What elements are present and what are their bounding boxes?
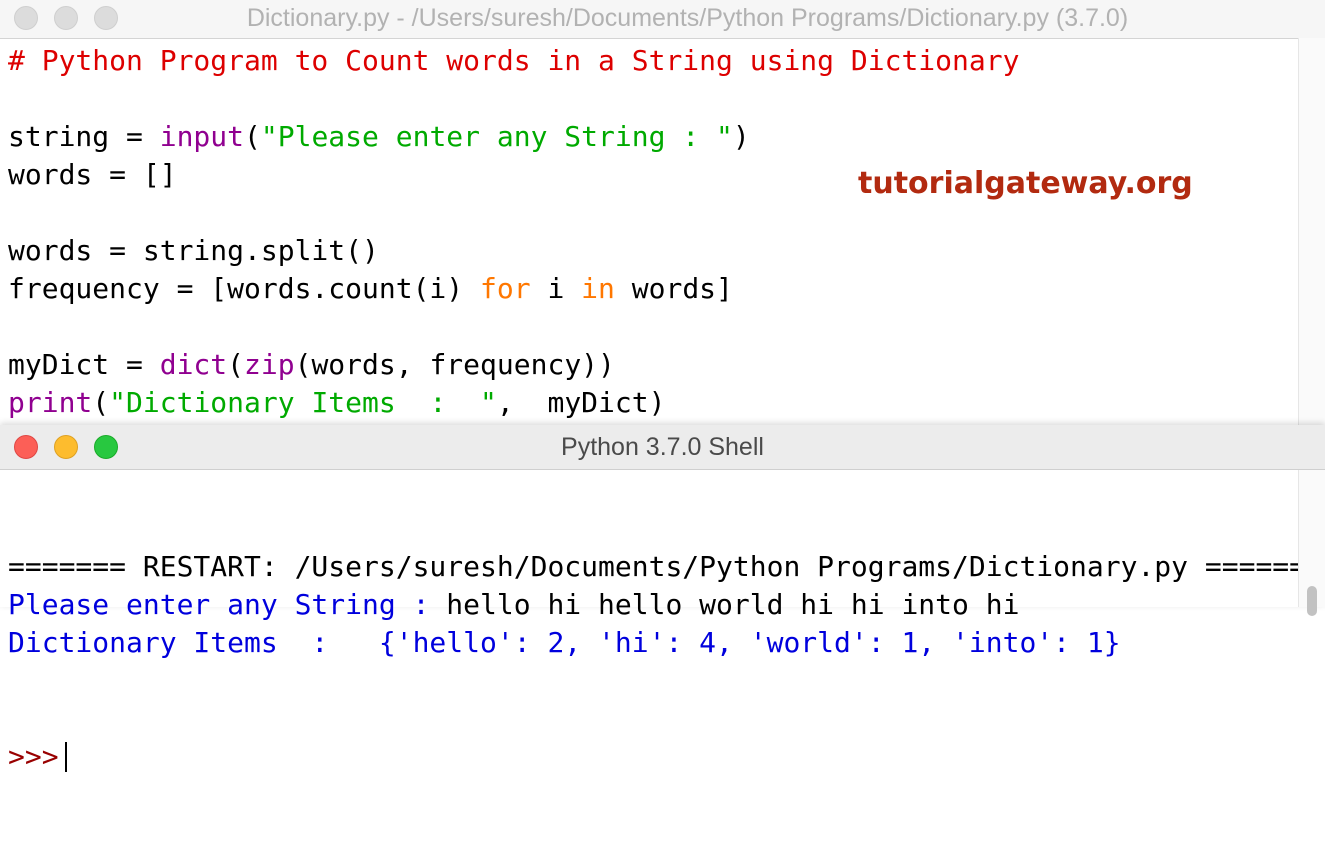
shell-output-token: ======= RESTART: /Users/suresh/Documents… — [8, 550, 1323, 583]
code-line: print("Dictionary Items : ", myDict) — [8, 384, 1019, 422]
shell-prompt: >>> — [8, 740, 59, 773]
shell-output-line: Dictionary Items : {'hello': 2, 'hi': 4,… — [8, 624, 1323, 662]
code-token: words = string.split() — [8, 234, 379, 267]
code-token: dict — [159, 348, 228, 381]
shell-output-token: hello hi hello world hi hi into hi — [446, 588, 1020, 621]
shell-titlebar[interactable]: Python 3.7.0 Shell — [0, 425, 1325, 470]
shell-output-line: ======= RESTART: /Users/suresh/Documents… — [8, 548, 1323, 586]
text-cursor — [64, 742, 67, 772]
code-token: words = [] — [8, 158, 177, 191]
editor-window-title: Dictionary.py - /Users/suresh/Documents/… — [246, 4, 1129, 32]
shell-window-title: Python 3.7.0 Shell — [561, 433, 764, 461]
code-token: "Please enter any String : " — [260, 120, 733, 153]
code-token: string = — [8, 120, 160, 153]
code-token: print — [8, 386, 93, 419]
code-line: string = input("Please enter any String … — [8, 118, 1019, 156]
code-token: zip — [244, 348, 295, 381]
shell-output-token: Please enter any String : — [8, 588, 447, 621]
code-token: ( — [92, 386, 110, 419]
editor-titlebar[interactable]: Dictionary.py - /Users/suresh/Documents/… — [0, 0, 1325, 39]
code-line: # Python Program to Count words in a Str… — [8, 42, 1019, 80]
code-token: # Python Program to Count words in a Str… — [8, 44, 1020, 77]
code-line: words = string.split() — [8, 232, 1019, 270]
shell-scrollbar[interactable] — [1298, 470, 1325, 616]
code-token: input — [159, 120, 245, 153]
code-token: in — [581, 272, 615, 305]
shell-output[interactable]: ======= RESTART: /Users/suresh/Documents… — [8, 472, 1323, 852]
code-token: for — [480, 272, 531, 305]
code-token: "Dictionary Items : " — [109, 386, 497, 419]
watermark-logo: tutorialgateway.org — [858, 166, 1193, 201]
scrollbar-thumb[interactable] — [1307, 586, 1317, 616]
code-token: words] — [614, 272, 733, 305]
code-token: myDict = — [8, 348, 160, 381]
editor-window: Dictionary.py - /Users/suresh/Documents/… — [0, 0, 1325, 425]
shell-window: Python 3.7.0 Shell ======= RESTART: /Use… — [0, 425, 1325, 773]
code-editor[interactable]: # Python Program to Count words in a Str… — [8, 42, 1019, 422]
shell-prompt-line[interactable]: >>> — [8, 738, 1323, 776]
code-token: (words, frequency)) — [294, 348, 615, 381]
code-token: ( — [227, 348, 245, 381]
code-line: myDict = dict(zip(words, frequency)) — [8, 346, 1019, 384]
code-token: frequency = [words.count(i) — [8, 272, 481, 305]
shell-output-token: Dictionary Items : {'hello': 2, 'hi': 4,… — [8, 626, 1121, 659]
code-token: ) — [732, 120, 750, 153]
code-token: , myDict) — [496, 386, 666, 419]
code-line: frequency = [words.count(i) for i in wor… — [8, 270, 1019, 308]
editor-scrollbar[interactable] — [1298, 38, 1325, 425]
code-token: i — [530, 272, 582, 305]
shell-output-line: Please enter any String : hello hi hello… — [8, 586, 1323, 624]
code-token: ( — [244, 120, 261, 153]
